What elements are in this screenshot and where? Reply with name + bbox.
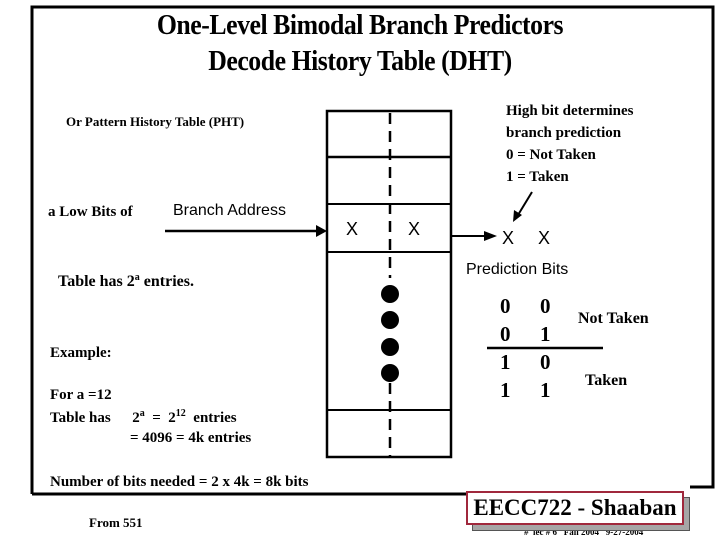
- state-bit: 1: [500, 350, 511, 374]
- example-heading: Example:: [50, 345, 112, 361]
- not-taken-label: Not Taken: [578, 310, 649, 327]
- output-arrow-head: [484, 231, 497, 241]
- state-bit: 0: [540, 350, 551, 374]
- high-bit-note-line: branch prediction: [506, 125, 622, 141]
- high-bit-arrow-line: [517, 191, 533, 216]
- high-bit-note-line: 1 = Taken: [506, 169, 569, 185]
- example-line2-prefix: Table has: [50, 410, 111, 426]
- table-entries-text: Table has 2a entries.: [58, 272, 194, 291]
- taken-label: Taken: [585, 372, 628, 389]
- state-bit: 0: [540, 294, 551, 318]
- prediction-bit-low: X: [538, 228, 551, 248]
- index-label-prefix: a Low Bits of: [48, 204, 133, 220]
- ellipsis-dot: [381, 338, 399, 356]
- table-entries-suffix: entries.: [139, 273, 194, 290]
- high-bit-note: High bit determines branch prediction 0 …: [506, 100, 634, 188]
- example-suffix: entries: [193, 410, 237, 426]
- high-bit-note-line: High bit determines: [506, 103, 634, 119]
- course-badge: EECC722 - Shaaban: [466, 491, 684, 525]
- state-col-low: 0 1 0 1: [540, 292, 551, 404]
- state-bit: 0: [500, 322, 511, 346]
- state-col-high: 0 0 1 1: [500, 292, 511, 404]
- example-sup: 12: [175, 408, 186, 419]
- index-arrow-head: [316, 225, 327, 237]
- prediction-bit-high: X: [502, 228, 515, 248]
- bits-needed-text: Number of bits needed = 2 x 4k = 8k bits: [50, 474, 309, 490]
- ellipsis-dot: [381, 311, 399, 329]
- example-base: 2: [168, 410, 176, 426]
- slide-title-line1: One-Level Bimodal Branch Predictors: [156, 10, 564, 41]
- state-bit: 1: [540, 322, 551, 346]
- table-entries-prefix: Table has 2: [58, 273, 135, 290]
- prediction-bits-label: Prediction Bits: [466, 261, 569, 278]
- cell-bit-low: X: [408, 219, 421, 239]
- example-line3: = 4096 = 4k entries: [130, 430, 252, 446]
- high-bit-note-line: 0 = Not Taken: [506, 147, 596, 163]
- example-eq: =: [152, 410, 161, 426]
- state-bit: 1: [540, 378, 551, 402]
- example-base: 2: [132, 410, 140, 426]
- ellipsis-dot: [381, 364, 399, 382]
- slide-title-line2: Decode History Table (DHT): [208, 46, 512, 77]
- slide-frame: [30, 5, 715, 496]
- pht-subtitle: Or Pattern History Table (PHT): [66, 114, 245, 129]
- index-label-address: Branch Address: [173, 202, 286, 219]
- state-bit: 0: [500, 294, 511, 318]
- example-line2: Table has 2a = 212 entries: [50, 408, 237, 427]
- cell-bit-high: X: [346, 219, 359, 239]
- example-sup: a: [139, 408, 145, 419]
- example-line1: For a =12: [50, 387, 112, 403]
- ellipsis-dot: [381, 285, 399, 303]
- source-note: From 551: [89, 515, 143, 530]
- state-bit: 1: [500, 378, 511, 402]
